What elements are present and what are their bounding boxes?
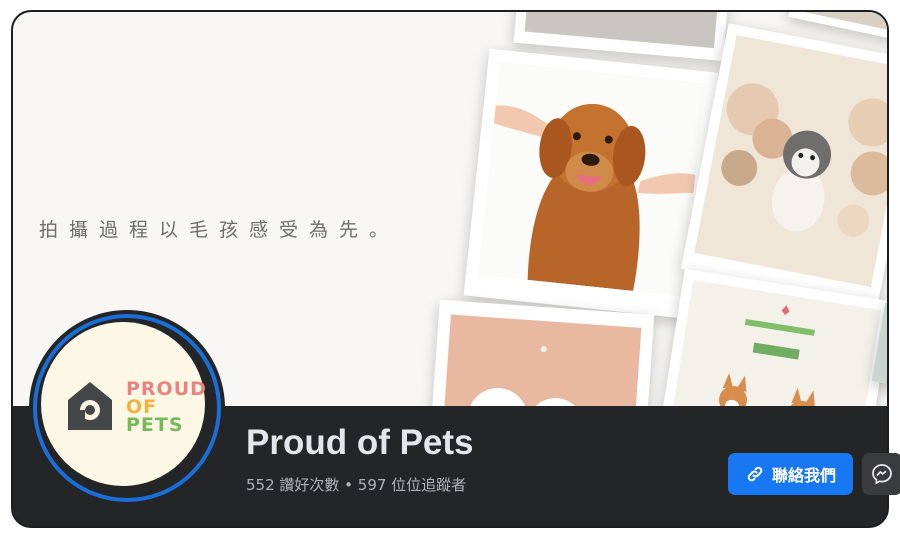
contact-us-button[interactable]: 聯絡我們 [728,453,853,495]
messenger-icon [872,464,892,485]
profile-avatar[interactable]: PROUD OF PETS [29,310,225,506]
contact-us-label: 聯絡我們 [771,466,836,485]
golden-retriever-photo [463,48,719,320]
page-title[interactable]: Proud of Pets [246,423,474,463]
bichon-photo [426,299,655,406]
link-icon [747,466,763,482]
cover-photo-print [513,12,733,61]
messenger-button[interactable] [862,453,900,495]
corgi-illustration [719,305,816,406]
bichon-illustration [467,346,584,406]
page-stats[interactable]: 552 讚好次數 • 597 位位追蹤者 [246,474,466,495]
brand-logo-text: PROUD OF PETS [126,380,207,436]
logo-line: PETS [126,414,184,436]
poodle-flowers-illustration [721,83,887,237]
brand-logo: PROUD OF PETS [41,322,207,486]
poodle-photo [680,23,887,307]
cover-tagline: 拍攝過程以毛孩感受為先。 [39,219,400,241]
camera-house-icon [68,382,112,430]
golden-retriever-illustration [493,103,696,291]
